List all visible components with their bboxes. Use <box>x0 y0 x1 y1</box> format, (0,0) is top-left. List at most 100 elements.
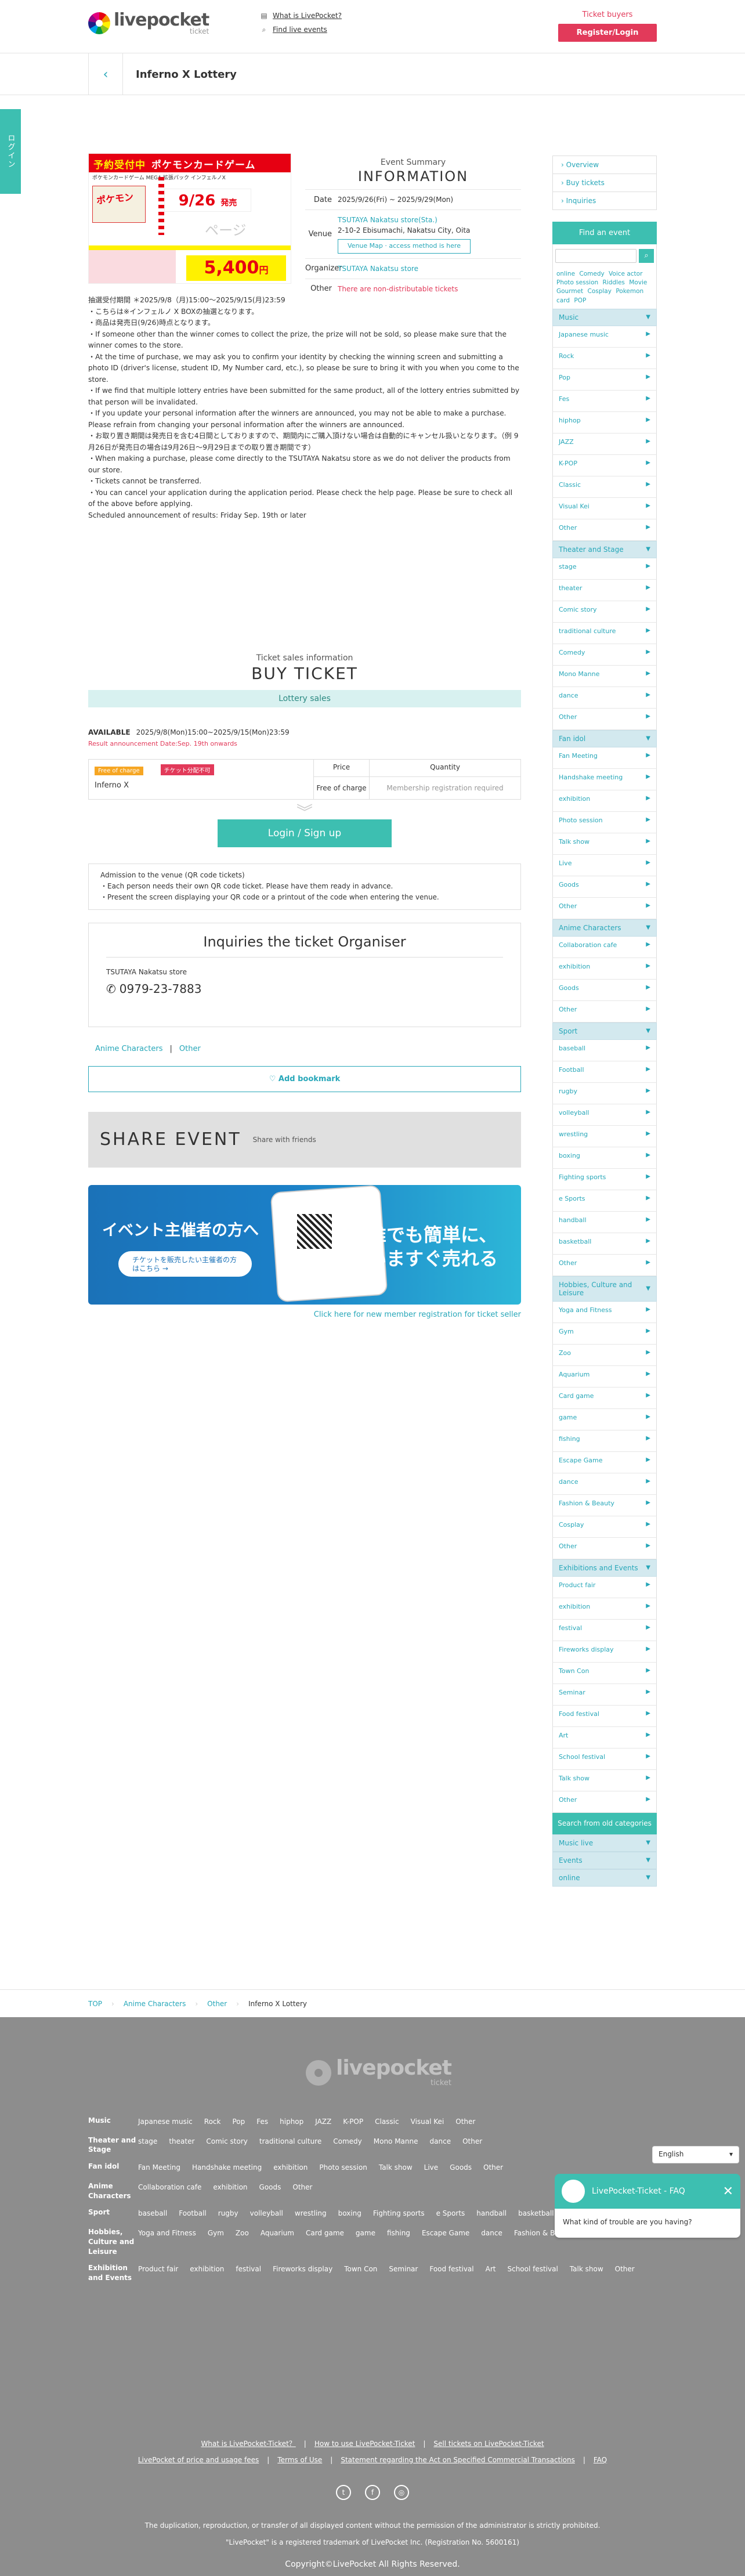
twitter-icon[interactable]: t <box>336 2485 351 2500</box>
category-item-rugby[interactable]: rugby ▶ <box>552 1082 657 1104</box>
footer-category-title[interactable]: Anime Characters <box>88 2181 138 2201</box>
category-item-goods[interactable]: Goods ▶ <box>552 876 657 898</box>
footer-link-faq[interactable]: FAQ <box>594 2456 607 2464</box>
footer-category-title[interactable]: Fan idol <box>88 2162 138 2174</box>
category-item-exhibition[interactable]: exhibition ▶ <box>552 790 657 812</box>
footer-link-rugby[interactable]: rugby <box>218 2209 238 2217</box>
keyword-riddles[interactable]: Riddles <box>603 279 625 286</box>
category-item-collaboration-cafe[interactable]: Collaboration cafe ▶ <box>552 936 657 958</box>
add-bookmark-button[interactable]: ♡ Add bookmark <box>88 1065 521 1092</box>
footer-link-hiphop[interactable]: hiphop <box>280 2118 303 2126</box>
footer-link-volleyball[interactable]: volleyball <box>250 2209 283 2217</box>
category-item-boxing[interactable]: boxing ▶ <box>552 1147 657 1169</box>
category-item-wrestling[interactable]: wrestling ▶ <box>552 1125 657 1147</box>
category-theater-and-stage[interactable]: Theater and Stage ▼ <box>552 540 657 558</box>
footer-link-how-to-use-livepocket-ticket[interactable]: How to use LivePocket-Ticket <box>314 2440 415 2448</box>
category-item-dance[interactable]: dance ▶ <box>552 687 657 709</box>
category-item-photo-session[interactable]: Photo session ▶ <box>552 811 657 833</box>
search-button[interactable]: ⌕ <box>639 249 654 263</box>
category-item-yoga-and-fitness[interactable]: Yoga and Fitness ▶ <box>552 1301 657 1323</box>
breadcrumb-item-top[interactable]: TOP <box>88 2000 102 2008</box>
footer-logo[interactable]: livepocket ticket <box>306 2058 452 2087</box>
footer-link-traditional-culture[interactable]: traditional culture <box>259 2137 321 2145</box>
footer-category-title[interactable]: Hobbies, Culture and Leisure <box>88 2227 138 2256</box>
footer-link-visual-kei[interactable]: Visual Kei <box>411 2118 444 2126</box>
category-item-exhibition[interactable]: exhibition ▶ <box>552 958 657 980</box>
category-item-school-festival[interactable]: School festival ▶ <box>552 1748 657 1770</box>
find-live-events-link[interactable]: Find live events <box>273 26 327 34</box>
footer-link-rock[interactable]: Rock <box>204 2118 221 2126</box>
keyword-comedy[interactable]: Comedy <box>579 270 604 277</box>
footer-link-school-festival[interactable]: School festival <box>507 2265 558 2273</box>
category-item-handball[interactable]: handball ▶ <box>552 1211 657 1233</box>
footer-link-fishing[interactable]: fishing <box>387 2229 410 2237</box>
category-item-art[interactable]: Art ▶ <box>552 1726 657 1748</box>
footer-link-other[interactable]: Other <box>292 2183 312 2191</box>
footer-category-title[interactable]: Theater and Stage <box>88 2136 138 2155</box>
footer-link-pop[interactable]: Pop <box>232 2118 245 2126</box>
category-item-jazz[interactable]: JAZZ ▶ <box>552 433 657 455</box>
category-item-dance[interactable]: dance ▶ <box>552 1473 657 1495</box>
facebook-icon[interactable]: f <box>365 2485 380 2500</box>
category-item-japanese-music[interactable]: Japanese music ▶ <box>552 326 657 348</box>
footer-link-talk-show[interactable]: Talk show <box>379 2163 413 2172</box>
category-item-game[interactable]: game ▶ <box>552 1408 657 1430</box>
category-item-other[interactable]: Other ▶ <box>552 519 657 541</box>
footer-link-product-fair[interactable]: Product fair <box>138 2265 178 2273</box>
category-item-seminar[interactable]: Seminar ▶ <box>552 1683 657 1706</box>
faq-chat-header[interactable]: LivePocket-Ticket - FAQ ✕ <box>555 2174 740 2209</box>
category-item-pop[interactable]: Pop ▶ <box>552 368 657 391</box>
footer-link-art[interactable]: Art <box>486 2265 496 2273</box>
footer-link-yoga-and-fitness[interactable]: Yoga and Fitness <box>138 2229 196 2237</box>
inquiry-phone[interactable]: 0979-23-7883 <box>120 982 202 996</box>
footer-link-other[interactable]: Other <box>483 2163 503 2172</box>
footer-link-what-is-livepocket-ticket[interactable]: What is LivePocket-Ticket？ <box>201 2440 295 2448</box>
keyword-online[interactable]: online <box>556 270 575 277</box>
category-item-other[interactable]: Other ▶ <box>552 1791 657 1813</box>
organizer-link[interactable]: TSUTAYA Nakatsu store <box>338 265 418 273</box>
footer-link-gym[interactable]: Gym <box>208 2229 224 2237</box>
category-music-live[interactable]: Music live ▼ <box>552 1834 657 1852</box>
seller-registration-link[interactable]: Click here for new member registration f… <box>314 1310 521 1319</box>
category-item-food-festival[interactable]: Food festival ▶ <box>552 1705 657 1727</box>
footer-link-comedy[interactable]: Comedy <box>333 2137 362 2145</box>
footer-link-boxing[interactable]: boxing <box>338 2209 361 2217</box>
category-item-fan-meeting[interactable]: Fan Meeting ▶ <box>552 747 657 769</box>
footer-category-title[interactable]: Sport <box>88 2208 138 2220</box>
footer-link-town-con[interactable]: Town Con <box>344 2265 377 2273</box>
footer-link-festival[interactable]: festival <box>236 2265 261 2273</box>
category-item-fighting-sports[interactable]: Fighting sports ▶ <box>552 1168 657 1190</box>
close-icon[interactable]: ✕ <box>723 2184 733 2199</box>
category-hobbies-culture-and-leisure[interactable]: Hobbies, Culture and Leisure ▼ <box>552 1276 657 1302</box>
category-item-other[interactable]: Other ▶ <box>552 1254 657 1276</box>
category-item-product-fair[interactable]: Product fair ▶ <box>552 1576 657 1598</box>
category-item-goods[interactable]: Goods ▶ <box>552 979 657 1001</box>
footer-link-jazz[interactable]: JAZZ <box>315 2118 331 2126</box>
category-sport[interactable]: Sport ▼ <box>552 1022 657 1040</box>
category-item-classic[interactable]: Classic ▶ <box>552 476 657 498</box>
category-item-comic-story[interactable]: Comic story ▶ <box>552 601 657 623</box>
footer-link-zoo[interactable]: Zoo <box>236 2229 249 2237</box>
category-item-talk-show[interactable]: Talk show ▶ <box>552 1769 657 1791</box>
footer-link-talk-show[interactable]: Talk show <box>570 2265 603 2273</box>
footer-link-exhibition[interactable]: exhibition <box>213 2183 247 2191</box>
category-item-mono-manne[interactable]: Mono Manne ▶ <box>552 665 657 687</box>
tag-other[interactable]: Other <box>179 1045 201 1053</box>
category-item-fashion-beauty[interactable]: Fashion & Beauty ▶ <box>552 1494 657 1516</box>
footer-link-other[interactable]: Other <box>615 2265 635 2273</box>
footer-link-fireworks-display[interactable]: Fireworks display <box>273 2265 332 2273</box>
category-item-town-con[interactable]: Town Con ▶ <box>552 1662 657 1684</box>
keyword-movie[interactable]: Movie <box>629 279 647 286</box>
search-input[interactable] <box>555 249 636 263</box>
footer-link-football[interactable]: Football <box>179 2209 207 2217</box>
category-item-other[interactable]: Other ▶ <box>552 708 657 730</box>
category-item-aquarium[interactable]: Aquarium ▶ <box>552 1365 657 1388</box>
what-is-livepocket-link[interactable]: What is LivePocket? <box>273 12 342 20</box>
footer-link-card-game[interactable]: Card game <box>306 2229 344 2237</box>
back-button[interactable]: ‹ <box>88 53 123 95</box>
category-fan-idol[interactable]: Fan idol ▼ <box>552 729 657 747</box>
footer-link-japanese-music[interactable]: Japanese music <box>138 2118 193 2126</box>
footer-link-handshake-meeting[interactable]: Handshake meeting <box>192 2163 262 2172</box>
footer-link-other[interactable]: Other <box>455 2118 475 2126</box>
old-categories-button[interactable]: Search from old categories <box>552 1812 657 1834</box>
